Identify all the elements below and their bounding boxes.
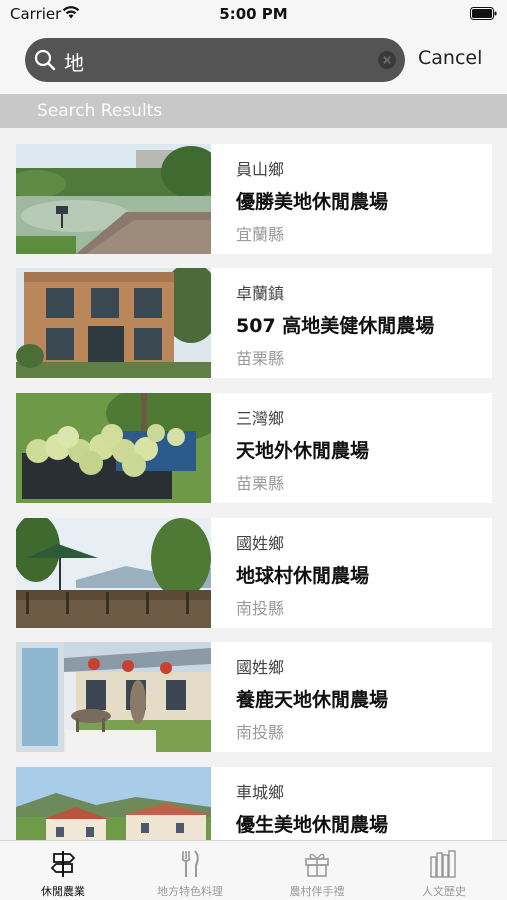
result-county: 南投縣 — [236, 723, 285, 742]
result-card[interactable]: 國姓鄉 養鹿天地休閒農場 南投縣 — [16, 642, 492, 752]
search-bar: 地 Cancel — [0, 30, 507, 94]
tab-label: 地方特色料理 — [157, 885, 223, 898]
gift-icon — [305, 853, 329, 877]
farm-photo — [16, 518, 211, 628]
tab-label: 農村伴手禮 — [289, 885, 345, 898]
farm-photo — [16, 268, 211, 378]
result-name: 天地外休閒農場 — [236, 440, 370, 462]
signpost-icon — [50, 851, 76, 877]
result-township: 國姓鄉 — [236, 658, 285, 677]
farm-photo — [16, 393, 211, 503]
tab-farm-gifts[interactable]: 農村伴手禮 — [254, 841, 380, 900]
result-name: 優生美地休閒農場 — [236, 814, 389, 836]
search-input[interactable]: 地 — [25, 38, 405, 82]
section-header: Search Results — [0, 94, 507, 128]
clear-icon[interactable] — [378, 51, 396, 69]
result-county: 南投縣 — [236, 599, 285, 618]
fork-knife-icon — [181, 850, 199, 877]
farm-photo — [16, 144, 211, 254]
result-name: 地球村休閒農場 — [236, 565, 370, 587]
result-county: 苗栗縣 — [236, 474, 285, 493]
farm-photo — [16, 767, 211, 840]
result-card[interactable]: 國姓鄉 地球村休閒農場 南投縣 — [16, 518, 492, 628]
cancel-button[interactable]: Cancel — [418, 47, 482, 69]
result-county: 宜蘭縣 — [236, 225, 285, 244]
search-icon — [34, 49, 56, 71]
result-township: 卓蘭鎮 — [236, 284, 285, 303]
status-bar: Carrier 5:00 PM — [0, 0, 507, 30]
result-township: 員山鄉 — [236, 160, 285, 179]
tab-bar: 休閒農業 地方特色料理 農村伴手禮 人文歷史 — [0, 840, 507, 900]
result-name: 養鹿天地休閒農場 — [236, 689, 389, 711]
result-card[interactable]: 車城鄉 優生美地休閒農場 — [16, 767, 492, 840]
result-name: 507 高地美健休閒農場 — [236, 315, 435, 337]
status-time: 5:00 PM — [219, 5, 288, 23]
result-county: 苗栗縣 — [236, 349, 285, 368]
result-card[interactable]: 三灣鄉 天地外休閒農場 苗栗縣 — [16, 393, 492, 503]
tab-leisure-farms[interactable]: 休閒農業 — [0, 841, 126, 900]
result-township: 三灣鄉 — [236, 409, 285, 428]
result-card[interactable]: 卓蘭鎮 507 高地美健休閒農場 苗栗縣 — [16, 268, 492, 378]
books-icon — [430, 850, 456, 878]
section-title: Search Results — [37, 101, 163, 121]
tab-local-cuisine[interactable]: 地方特色料理 — [127, 841, 253, 900]
result-card[interactable]: 員山鄉 優勝美地休閒農場 宜蘭縣 — [16, 144, 492, 254]
farm-photo — [16, 642, 211, 752]
search-query-text[interactable]: 地 — [64, 47, 84, 76]
result-township: 國姓鄉 — [236, 534, 285, 553]
result-name: 優勝美地休閒農場 — [236, 191, 389, 213]
result-township: 車城鄉 — [236, 783, 285, 802]
tab-label: 休閒農業 — [41, 885, 85, 898]
tab-label: 人文歷史 — [422, 885, 466, 898]
tab-culture-history[interactable]: 人文歷史 — [381, 841, 507, 900]
battery-icon — [470, 7, 497, 20]
results-list[interactable]: 員山鄉 優勝美地休閒農場 宜蘭縣 卓蘭鎮 507 高地美健休閒農場 苗栗縣 三灣… — [0, 128, 507, 840]
